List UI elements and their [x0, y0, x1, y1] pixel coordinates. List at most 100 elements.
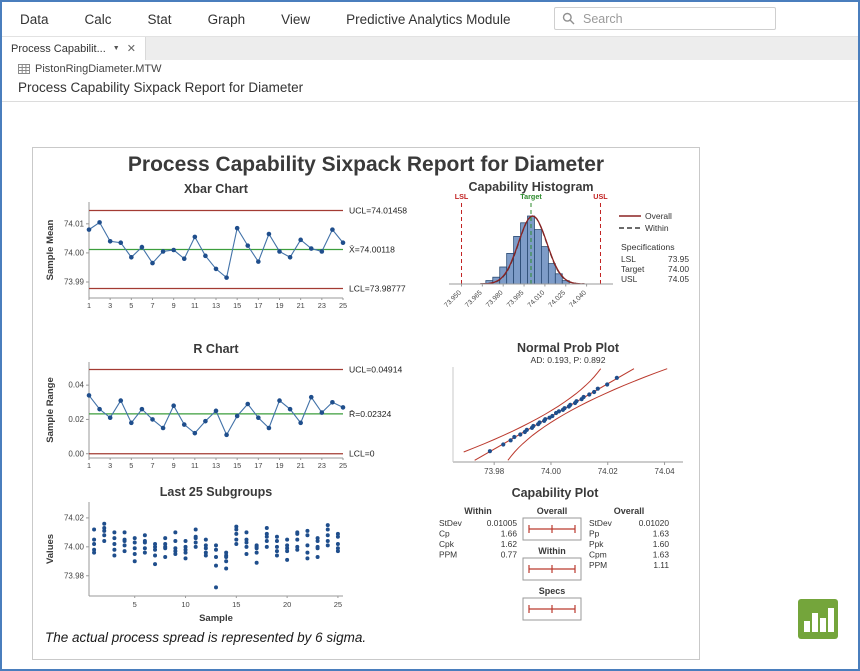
svg-text:1.62: 1.62 [501, 539, 518, 549]
menu-item-stat[interactable]: Stat [130, 12, 190, 27]
svg-text:74.05: 74.05 [668, 274, 689, 284]
svg-text:UCL=74.01458: UCL=74.01458 [349, 205, 407, 215]
menu-item-view[interactable]: View [263, 12, 328, 27]
page-title: Process Capability Sixpack Report for Di… [18, 80, 303, 95]
worksheet-icon [18, 63, 30, 75]
svg-text:Sample Range: Sample Range [45, 377, 56, 442]
svg-text:3: 3 [108, 461, 112, 470]
svg-text:UCL=0.04914: UCL=0.04914 [349, 364, 402, 374]
svg-text:7: 7 [150, 461, 154, 470]
svg-text:Within: Within [538, 546, 565, 556]
svg-text:Cp: Cp [439, 529, 450, 539]
svg-text:73.980: 73.980 [485, 289, 505, 309]
svg-text:21: 21 [297, 301, 305, 310]
svg-text:Ppk: Ppk [589, 539, 604, 549]
svg-text:25: 25 [339, 461, 347, 470]
tab-label: Process Capabilit... [11, 43, 106, 55]
svg-text:15: 15 [233, 461, 241, 470]
svg-text:74.040: 74.040 [568, 289, 588, 309]
svg-text:19: 19 [275, 301, 283, 310]
svg-text:USL: USL [593, 192, 608, 201]
svg-text:74.010: 74.010 [527, 289, 547, 309]
menu-item-calc[interactable]: Calc [67, 12, 130, 27]
svg-text:73.98: 73.98 [64, 571, 85, 580]
svg-text:7: 7 [150, 301, 154, 310]
svg-text:10: 10 [181, 600, 189, 609]
svg-text:1.66: 1.66 [501, 529, 518, 539]
svg-text:Within: Within [645, 223, 669, 233]
svg-text:5: 5 [133, 600, 137, 609]
svg-text:9: 9 [172, 301, 176, 310]
svg-text:Overall: Overall [537, 506, 568, 516]
svg-text:R Chart: R Chart [193, 342, 239, 356]
svg-text:74.00: 74.00 [668, 264, 689, 274]
svg-text:1: 1 [87, 461, 91, 470]
r-chart: R ChartSample Range0.040.020.00135791113… [41, 340, 431, 495]
worksheet-name: PistonRingDiameter.MTW [35, 63, 162, 75]
svg-text:Overall: Overall [614, 506, 645, 516]
worksheet-row: PistonRingDiameter.MTW [18, 63, 162, 75]
svg-text:StDev: StDev [589, 518, 613, 528]
svg-text:AD: 0.193, P: 0.892: AD: 0.193, P: 0.892 [530, 355, 605, 365]
svg-text:LSL: LSL [455, 192, 469, 201]
svg-text:74.00: 74.00 [64, 542, 85, 551]
svg-text:74.02: 74.02 [64, 514, 85, 523]
svg-text:5: 5 [129, 461, 133, 470]
svg-text:Cpk: Cpk [439, 539, 455, 549]
bar-chart-icon [798, 599, 838, 639]
xbar-chart: Xbar ChartSample Mean74.0174.0073.991357… [41, 180, 431, 335]
svg-text:9: 9 [172, 461, 176, 470]
svg-text:74.025: 74.025 [548, 289, 568, 309]
svg-text:1.60: 1.60 [653, 539, 670, 549]
svg-text:15: 15 [233, 301, 241, 310]
svg-text:R̄=0.02324: R̄=0.02324 [349, 409, 392, 419]
svg-text:19: 19 [275, 461, 283, 470]
svg-text:17: 17 [254, 461, 262, 470]
menu-item-graph[interactable]: Graph [190, 12, 264, 27]
graph-indicator-button[interactable] [798, 599, 838, 639]
svg-text:23: 23 [318, 461, 326, 470]
svg-text:0.02: 0.02 [68, 415, 84, 424]
svg-text:11: 11 [191, 301, 199, 310]
svg-text:LCL=0: LCL=0 [349, 449, 375, 459]
svg-text:73.95: 73.95 [668, 254, 689, 264]
svg-text:15: 15 [232, 600, 240, 609]
svg-text:74.01: 74.01 [64, 219, 85, 228]
svg-text:0.77: 0.77 [501, 550, 518, 560]
last-25-subgroups-chart: Last 25 SubgroupsValues74.0274.0073.9851… [41, 484, 431, 634]
menu-item-data[interactable]: Data [2, 12, 67, 27]
svg-text:3: 3 [108, 301, 112, 310]
svg-text:Capability Plot: Capability Plot [512, 486, 600, 500]
svg-text:1.63: 1.63 [653, 529, 670, 539]
svg-text:1.11: 1.11 [653, 560, 669, 570]
divider [2, 101, 858, 102]
svg-text:Xbar Chart: Xbar Chart [184, 182, 249, 196]
svg-text:23: 23 [318, 301, 326, 310]
close-icon[interactable]: ✕ [127, 42, 136, 55]
chevron-down-icon[interactable]: ▼ [113, 45, 120, 52]
svg-text:73.995: 73.995 [506, 289, 526, 309]
svg-text:LSL: LSL [621, 254, 636, 264]
svg-text:Sample: Sample [199, 613, 233, 624]
svg-text:PPM: PPM [439, 550, 457, 560]
svg-text:0.01020: 0.01020 [639, 518, 670, 528]
capability-histogram: Capability HistogramLSLTargetUSL73.95073… [431, 178, 693, 343]
search-icon [562, 12, 575, 25]
svg-text:21: 21 [297, 461, 305, 470]
svg-text:0.00: 0.00 [68, 449, 84, 458]
svg-text:20: 20 [283, 600, 291, 609]
search-input[interactable] [581, 11, 775, 27]
tab-process-capability[interactable]: Process Capabilit... ▼ ✕ [2, 37, 146, 60]
svg-text:74.00: 74.00 [541, 467, 562, 476]
search-box[interactable] [554, 7, 776, 30]
tab-strip: Process Capabilit... ▼ ✕ [2, 36, 858, 60]
svg-text:StDev: StDev [439, 518, 463, 528]
svg-text:PPM: PPM [589, 560, 607, 570]
menu-item-predictive-analytics[interactable]: Predictive Analytics Module [328, 12, 528, 27]
svg-text:17: 17 [254, 301, 262, 310]
svg-text:Normal Prob Plot: Normal Prob Plot [517, 341, 620, 355]
report-title: Process Capability Sixpack Report for Di… [33, 153, 699, 177]
svg-text:0.01005: 0.01005 [487, 518, 518, 528]
svg-text:1: 1 [87, 301, 91, 310]
minitab-window: Data Calc Stat Graph View Predictive Ana… [0, 0, 860, 671]
